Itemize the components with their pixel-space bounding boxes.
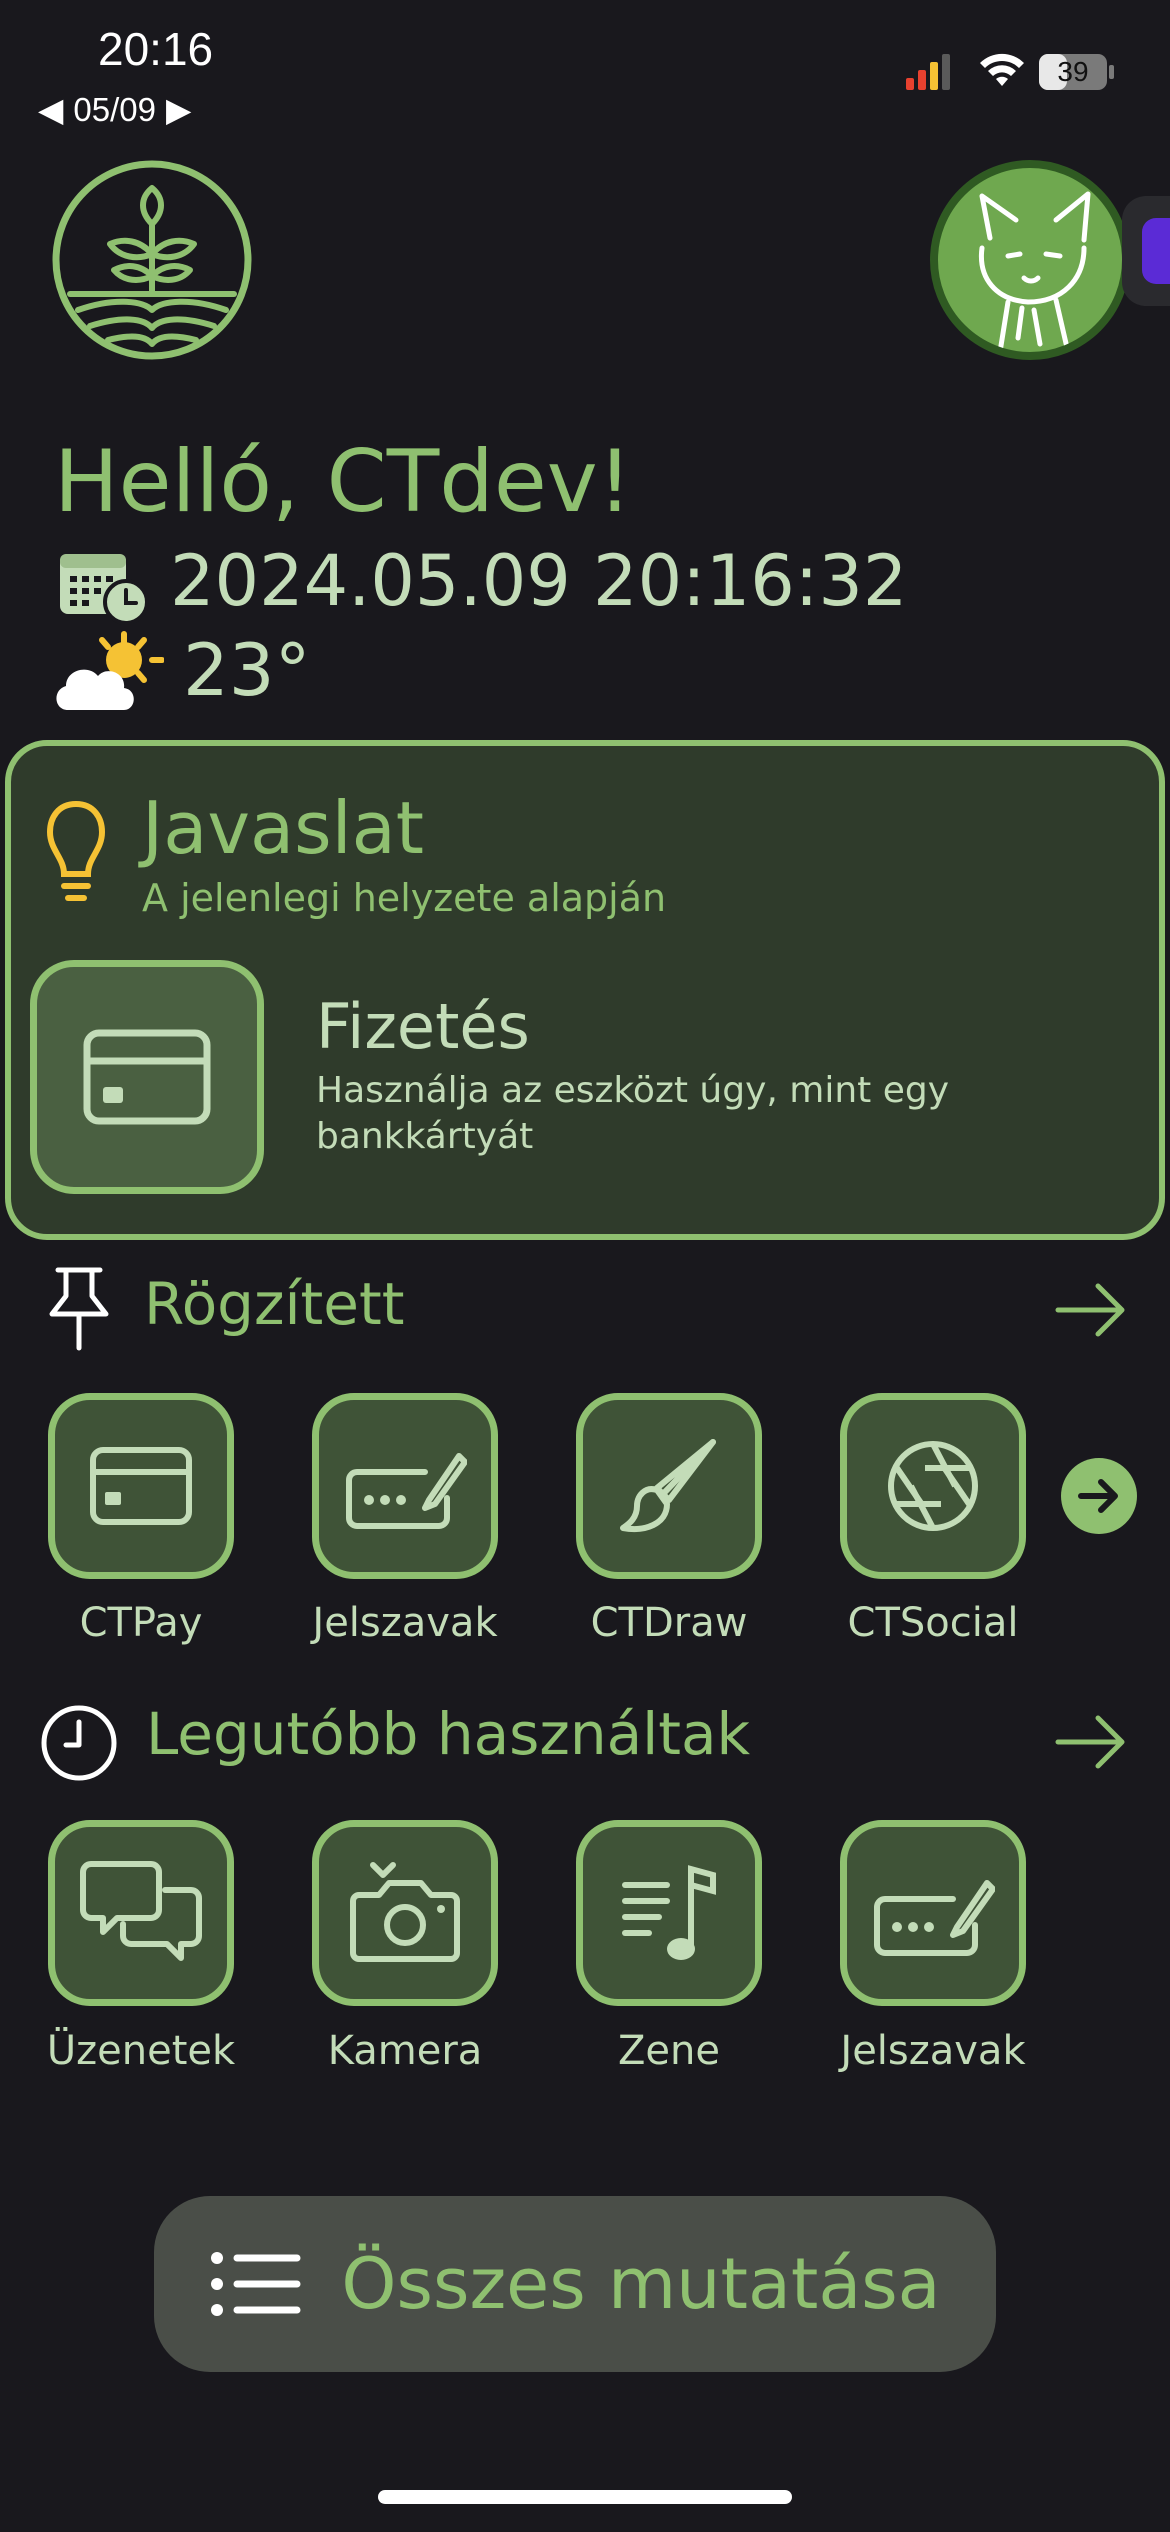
show-all-label: Összes mutatása	[341, 2243, 941, 2325]
side-app-tab[interactable]	[1122, 196, 1170, 306]
greeting-title: Helló, CTdev!	[54, 432, 633, 532]
recent-app-label: Üzenetek	[46, 2028, 236, 2074]
pinned-app-label: CTDraw	[590, 1600, 748, 1646]
clock-icon	[41, 1705, 117, 1781]
current-temperature: 23°	[183, 628, 311, 712]
music-icon	[622, 1865, 716, 1960]
arrow-right-icon	[1078, 1479, 1118, 1513]
brush-icon	[620, 1439, 716, 1532]
battery-indicator: 39	[1038, 52, 1116, 92]
avatar[interactable]	[930, 160, 1130, 360]
previous-date-icon[interactable]: ◀	[38, 90, 63, 129]
pinned-app-label: CTSocial	[847, 1600, 1019, 1646]
recent-section-title: Legutóbb használtak	[146, 1700, 751, 1768]
current-datetime: 2024.05.09 20:16:32	[170, 540, 908, 622]
camera-icon	[350, 1862, 460, 1962]
side-app-icon	[1142, 218, 1170, 284]
pinned-scroll-more-button[interactable]	[1061, 1458, 1137, 1534]
credit-card-icon	[83, 1029, 211, 1125]
pinned-app-label: Jelszavak	[312, 1600, 498, 1646]
suggestion-subtitle: A jelenlegi helyzete alapján	[142, 876, 667, 920]
status-date: 05/09	[73, 90, 156, 128]
password-icon	[874, 1880, 995, 1956]
credit-card-icon	[90, 1447, 192, 1525]
recent-app-label: Zene	[618, 2028, 720, 2074]
partly-cloudy-icon	[56, 631, 164, 710]
status-time: 20:16	[98, 23, 214, 75]
recent-app-jelszavak[interactable]	[840, 1820, 1026, 2006]
cellular-signal-icon	[906, 54, 950, 90]
suggestion-title: Javaslat	[142, 786, 424, 870]
pinned-app-ctpay[interactable]	[48, 1393, 234, 1579]
payment-suggestion-button[interactable]	[30, 960, 264, 1194]
recent-app-label: Kamera	[327, 2028, 483, 2074]
lightbulb-icon	[46, 800, 106, 901]
suggestion-item-title: Fizetés	[316, 990, 530, 1063]
recent-app-kamera[interactable]	[312, 1820, 498, 2006]
battery-level: 39	[1057, 56, 1089, 87]
wifi-icon	[980, 53, 1024, 86]
recent-see-all-arrow-icon[interactable]	[1054, 1712, 1128, 1772]
pinned-see-all-arrow-icon[interactable]	[1054, 1280, 1128, 1340]
recent-app-uzenetek[interactable]	[48, 1820, 234, 2006]
pinned-app-ctsocial[interactable]	[840, 1393, 1026, 1579]
pinned-section-title: Rögzített	[144, 1270, 405, 1338]
chat-icon	[80, 1861, 202, 1961]
pinned-app-jelszavak[interactable]	[312, 1393, 498, 1579]
list-icon	[211, 2252, 301, 2316]
pinned-app-label: CTPay	[79, 1600, 203, 1646]
status-date-switcher[interactable]: ◀ 05/09 ▶	[38, 90, 191, 129]
recent-app-zene[interactable]	[576, 1820, 762, 2006]
calendar-clock-icon	[60, 554, 149, 625]
suggestion-item-description: Használja az eszközt úgy, mint egy bankk…	[316, 1070, 950, 1157]
recent-app-label: Jelszavak	[840, 2028, 1026, 2074]
home-indicator[interactable]	[378, 2490, 792, 2504]
show-all-button[interactable]: Összes mutatása	[154, 2196, 996, 2372]
pinned-app-ctdraw[interactable]	[576, 1393, 762, 1579]
next-date-icon[interactable]: ▶	[166, 90, 191, 129]
cat-avatar-icon	[978, 191, 1091, 352]
password-icon	[346, 1453, 467, 1529]
pin-icon	[49, 1267, 109, 1351]
app-logo-icon	[52, 160, 252, 360]
aperture-icon	[888, 1441, 978, 1531]
